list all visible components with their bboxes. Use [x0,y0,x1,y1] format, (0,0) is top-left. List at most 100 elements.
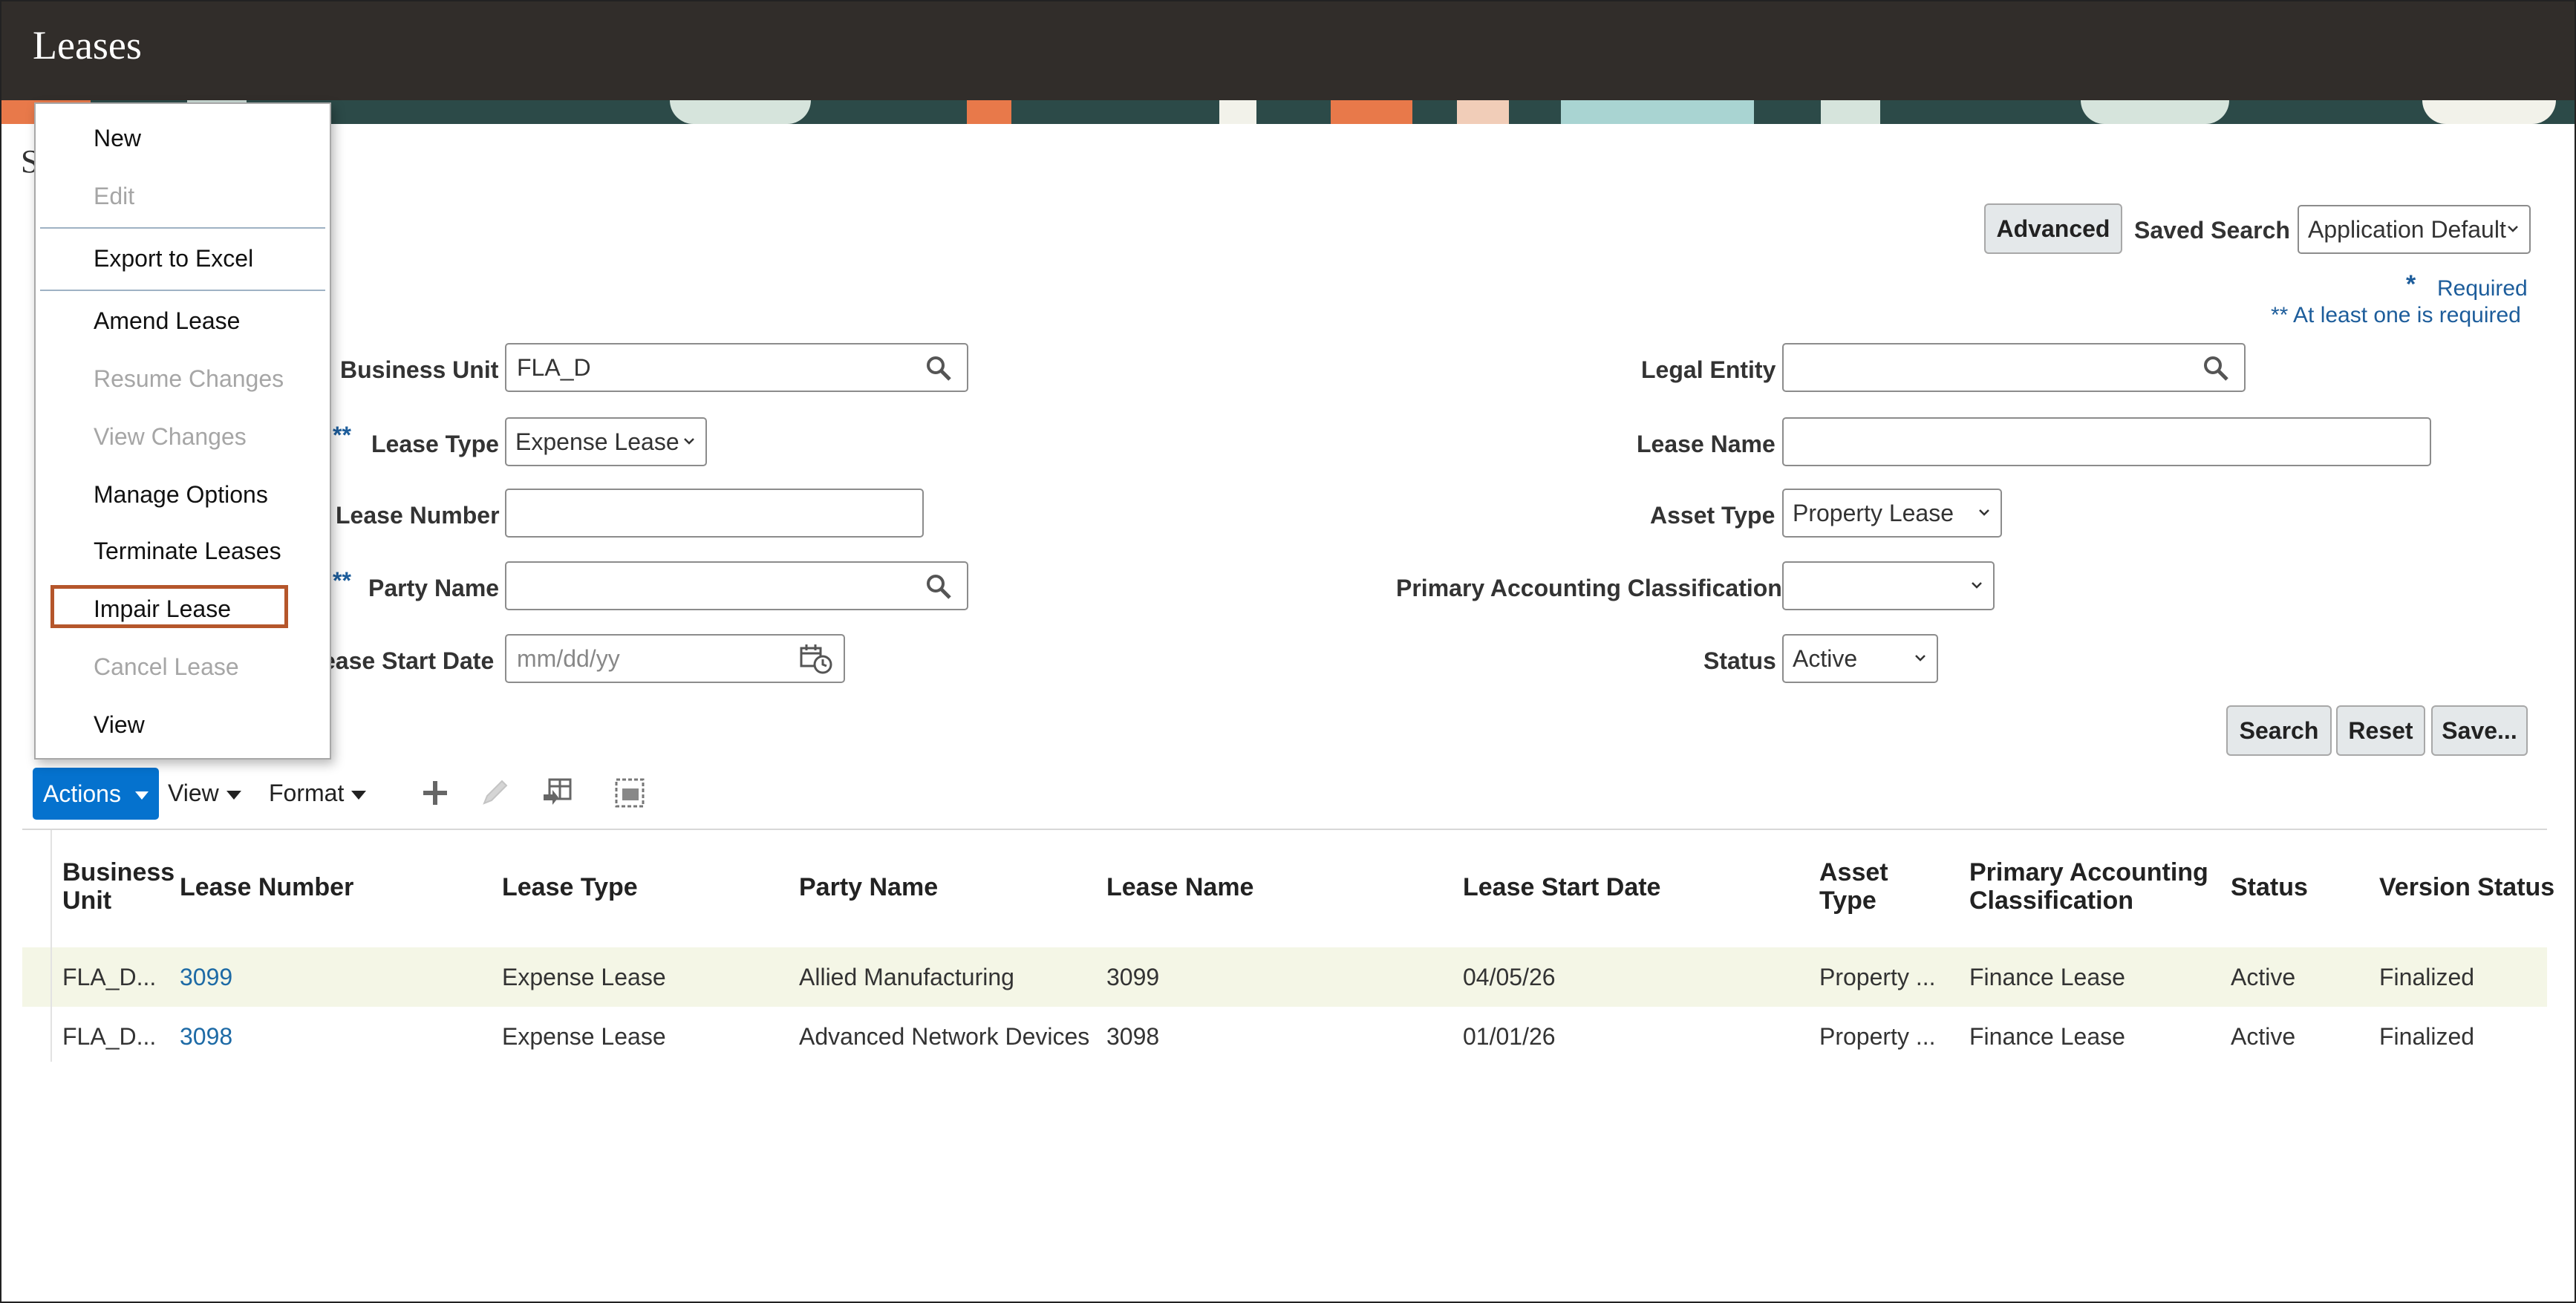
column-header-lease-type[interactable]: Lease Type [502,873,638,901]
cell-status: Active [2231,1023,2296,1050]
menu-item-resume-changes: Resume Changes [94,365,284,392]
legal-entity-label: Legal Entity [1641,356,1776,383]
lease-number-input[interactable] [505,489,924,538]
saved-search-value: Application Default [2308,216,2506,243]
business-unit-value: FLA_D [517,354,591,381]
column-header-asset-type[interactable]: Asset Type [1819,858,1888,915]
cell-lease-start-date: 01/01/26 [1463,1023,1556,1050]
cell-version-status: Finalized [2379,964,2475,990]
status-value: Active [1793,645,1858,672]
menu-item-export-to-excel[interactable]: Export to Excel [94,245,253,272]
cell-business-unit: FLA_D... [62,964,157,990]
caret-down-icon [134,791,149,800]
menu-item-manage-options[interactable]: Manage Options [94,481,268,509]
cell-party-name: Allied Manufacturing [799,964,1014,990]
column-header-version-status[interactable]: Version Status [2379,873,2554,901]
menu-item-terminate-leases[interactable]: Terminate Leases [94,538,281,565]
caret-down-icon [226,790,241,800]
cell-asset-type: Property ... [1819,964,1936,990]
freeze-icon[interactable] [539,775,575,811]
save-button[interactable]: Save... [2431,705,2528,756]
cell-asset-type: Property ... [1819,1023,1936,1050]
menu-item-impair-lease[interactable]: Impair Lease [94,595,231,623]
column-header-line: Unit [62,886,112,915]
cell-lease-type: Expense Lease [502,1023,666,1050]
lease-number-link[interactable]: 3098 [180,1023,232,1051]
cell-status: Active [2231,964,2296,990]
primary-accounting-classification-label: Primary Accounting Classification [1396,575,1782,601]
reset-button[interactable]: Reset [2336,705,2425,756]
column-header-status[interactable]: Status [2231,873,2308,901]
edit-icon[interactable] [477,775,512,811]
lease-start-date-input[interactable]: mm/dd/yy [505,634,845,683]
view-label: View [168,780,219,806]
cell-pac: Finance Lease [1969,964,2125,990]
column-header-lease-name[interactable]: Lease Name [1106,873,1253,901]
chevron-down-icon [1972,582,1982,589]
actions-menu-button[interactable]: Actions [33,768,159,820]
chevron-down-icon [2508,226,2518,232]
view-menu-button[interactable]: View [168,780,241,807]
cell-lease-start-date: 04/05/26 [1463,964,1556,990]
menu-separator [40,227,325,229]
at-least-one-marker: ** [333,567,351,594]
calendar-icon[interactable] [799,643,833,676]
lease-type-value: Expense Lease [515,428,679,455]
column-header-business-unit[interactable]: Business Unit [62,858,175,915]
business-unit-input[interactable]: FLA_D [505,343,968,392]
asset-type-label: Asset Type [1650,502,1776,529]
column-header-lease-start-date[interactable]: Lease Start Date [1463,873,1660,901]
column-header-lease-number[interactable]: Lease Number [180,873,353,901]
lease-name-input[interactable] [1782,417,2431,466]
column-header-line: Classification [1969,886,2134,915]
status-select[interactable]: Active [1782,634,1938,683]
cell-business-unit: FLA_D... [62,1023,157,1050]
asset-type-select[interactable]: Property Lease [1782,489,2002,538]
actions-label: Actions [43,780,121,807]
column-header-line: Primary Accounting [1969,858,2208,886]
search-icon[interactable] [2202,355,2229,382]
cell-party-name: Advanced Network Devices [799,1023,1090,1050]
party-name-input[interactable] [505,561,968,610]
primary-accounting-classification-select[interactable] [1782,561,1995,610]
search-icon[interactable] [925,355,952,382]
lease-number-link[interactable]: 3099 [180,964,232,991]
saved-search-label: Saved Search [2134,217,2290,244]
format-menu-button[interactable]: Format [269,780,367,807]
chevron-down-icon [1915,655,1926,662]
table-top-border [22,829,2547,830]
column-header-party-name[interactable]: Party Name [799,873,938,901]
cell-lease-type: Expense Lease [502,964,666,990]
legal-entity-input[interactable] [1782,343,2246,392]
lease-name-label: Lease Name [1637,431,1776,457]
lease-type-select[interactable]: Expense Lease [505,417,707,466]
lease-number-label: Lease Number [336,502,500,529]
column-header-line: Asset [1819,858,1888,886]
column-header-line: Type [1819,886,1876,915]
menu-separator [40,290,325,291]
cell-pac: Finance Lease [1969,1023,2125,1050]
status-label: Status [1703,647,1776,674]
party-name-label: Party Name [368,575,500,601]
advanced-button[interactable]: Advanced [1984,203,2122,254]
cell-lease-name: 3098 [1106,1023,1160,1050]
search-icon[interactable] [925,573,952,600]
table-row-selected[interactable] [22,947,2547,1007]
lease-type-label: Lease Type [371,431,499,457]
at-least-one-marker: ** [333,422,351,448]
search-button[interactable]: Search [2226,705,2332,756]
menu-item-amend-lease[interactable]: Amend Lease [94,307,240,335]
chevron-down-icon [1979,509,1989,516]
menu-item-view-changes: View Changes [94,423,247,450]
menu-item-cancel-lease: Cancel Lease [94,653,239,680]
table-column-divider [50,830,52,1062]
column-header-primary-accounting-classification[interactable]: Primary Accounting Classification [1969,858,2208,915]
format-label: Format [269,780,345,806]
detach-icon[interactable] [612,775,648,811]
business-unit-label: Business Unit [340,356,499,383]
cell-lease-name: 3099 [1106,964,1160,990]
add-icon[interactable] [417,775,453,811]
saved-search-select[interactable]: Application Default [2298,205,2531,254]
menu-item-new[interactable]: New [94,125,141,152]
menu-item-view[interactable]: View [94,711,145,739]
